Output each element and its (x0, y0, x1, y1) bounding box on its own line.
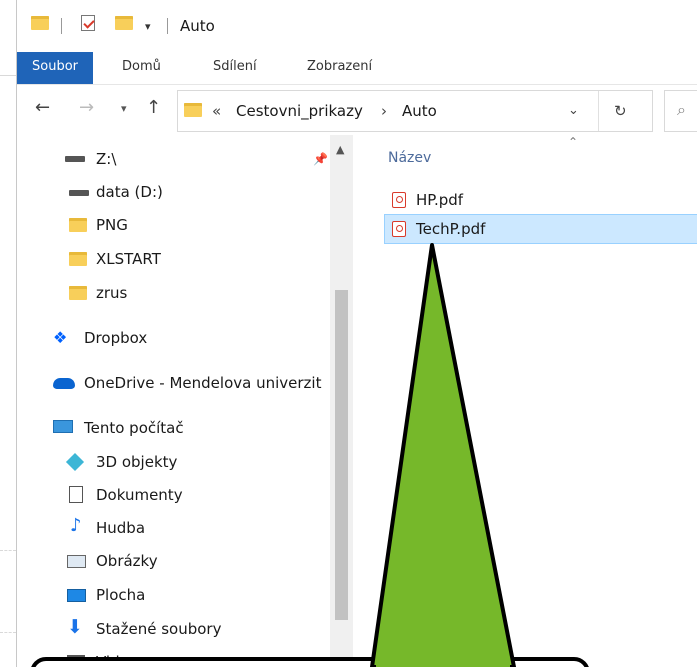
drive-icon (69, 190, 89, 196)
pdf-file-icon (392, 192, 406, 208)
window-title: Auto (180, 17, 215, 35)
title-bar: ▾ Auto (17, 0, 697, 52)
breadcrumb-cestovni-prikazy[interactable]: Cestovni_prikazy (236, 102, 363, 120)
scroll-up-icon[interactable]: ▲ (336, 143, 344, 156)
up-arrow-icon[interactable]: ↑ (146, 97, 161, 118)
properties-icon[interactable] (81, 15, 95, 31)
tab-home[interactable]: Domů (122, 52, 161, 84)
nav-item-label: data (D:) (96, 183, 163, 201)
tab-view[interactable]: Zobrazení (307, 52, 372, 84)
dropbox-icon: ❖ (53, 328, 68, 347)
nav-item-label: Plocha (96, 586, 146, 604)
breadcrumb-auto[interactable]: Auto (402, 102, 437, 120)
separator (167, 18, 168, 34)
sort-ascending-icon[interactable]: ⌃ (568, 135, 578, 149)
address-dropdown-icon[interactable]: ⌄ (568, 103, 579, 118)
nav-item-label: Stažené soubory (96, 620, 222, 638)
folder-icon (69, 286, 87, 300)
breadcrumb-separator: › (381, 102, 387, 120)
nav-item-3d-objects[interactable]: 3D objekty (17, 447, 347, 477)
folder-icon[interactable] (31, 16, 49, 30)
desktop-icon (67, 589, 86, 602)
nav-item-onedrive[interactable]: OneDrive - Mendelova univerzit (17, 368, 347, 398)
checkmark-icon (83, 17, 95, 29)
nav-item-label: Videa (96, 653, 139, 667)
column-header-name[interactable]: Název (388, 150, 431, 166)
folder-icon (184, 103, 202, 117)
tab-file[interactable]: Soubor (17, 52, 93, 84)
nav-item-pictures[interactable]: Obrázky (17, 546, 347, 576)
nav-item-label: Dropbox (84, 329, 148, 347)
nav-item-downloads[interactable]: ⬇ Stažené soubory (17, 614, 347, 644)
folder-icon (69, 218, 87, 232)
recent-locations-icon[interactable]: ▾ (121, 102, 127, 115)
nav-item-png[interactable]: PNG (17, 210, 347, 240)
nav-item-label: Dokumenty (96, 486, 183, 504)
search-icon: ⌕ (677, 100, 686, 119)
ribbon-tabs: Soubor Domů Sdílení Zobrazení (17, 52, 697, 85)
file-name: HP.pdf (416, 191, 464, 209)
background-line (0, 632, 16, 633)
divider (598, 91, 599, 131)
background-line (0, 75, 16, 76)
nav-item-label: Z:\ (96, 150, 117, 168)
address-overflow[interactable]: « (212, 102, 221, 120)
back-arrow-icon[interactable]: ← (35, 97, 50, 118)
nav-item-label: Hudba (96, 519, 146, 537)
videos-icon (67, 655, 85, 667)
nav-item-xlstart[interactable]: XLSTART (17, 244, 347, 274)
navigation-pane: Z:\ 📌 data (D:) PNG XLSTART zrus ❖ Dropb… (17, 135, 347, 667)
file-item-techp-pdf[interactable]: TechP.pdf (384, 214, 697, 244)
onedrive-icon (53, 378, 75, 389)
nav-item-label: PNG (96, 216, 128, 234)
pictures-icon (67, 555, 86, 568)
downloads-icon: ⬇ (67, 616, 83, 638)
nav-item-desktop[interactable]: Plocha (17, 580, 347, 610)
file-item-hp-pdf[interactable]: HP.pdf (384, 185, 697, 215)
nav-scrollbar-thumb[interactable] (335, 290, 348, 620)
refresh-icon[interactable]: ↻ (614, 102, 627, 120)
network-drive-icon (65, 156, 85, 162)
nav-item-documents[interactable]: Dokumenty (17, 480, 347, 510)
pin-icon[interactable]: 📌 (313, 144, 328, 174)
file-name: TechP.pdf (416, 220, 486, 238)
3d-objects-icon (65, 452, 85, 472)
nav-item-label: zrus (96, 284, 128, 302)
nav-item-videos[interactable]: Videa (17, 647, 347, 667)
nav-item-zrus[interactable]: zrus (17, 278, 347, 308)
nav-item-label: Tento počítač (84, 419, 184, 437)
new-folder-icon[interactable] (115, 16, 133, 30)
address-row: ← → ▾ ↑ « Cestovni_prikazy › Auto ⌄ ↻ ⌕ (17, 85, 697, 135)
separator (61, 18, 62, 34)
nav-item-music[interactable]: ♪ Hudba (17, 513, 347, 543)
file-list-pane: ⌃ Název HP.pdf TechP.pdf (372, 135, 697, 667)
nav-item-this-pc[interactable]: Tento počítač (17, 413, 347, 443)
tab-share[interactable]: Sdílení (213, 52, 257, 84)
nav-item-label: Obrázky (96, 552, 158, 570)
nav-item-data-drive[interactable]: data (D:) (17, 177, 347, 207)
forward-arrow-icon[interactable]: → (79, 97, 94, 118)
background-line (0, 550, 16, 551)
nav-item-label: 3D objekty (96, 453, 178, 471)
nav-item-dropbox[interactable]: ❖ Dropbox (17, 323, 347, 353)
nav-item-label: XLSTART (96, 250, 161, 268)
music-icon: ♪ (70, 515, 82, 536)
folder-icon (69, 252, 87, 266)
customize-quick-access-icon[interactable]: ▾ (145, 20, 151, 33)
address-bar[interactable]: « Cestovni_prikazy › Auto ⌄ ↻ (177, 90, 653, 132)
pdf-file-icon (392, 221, 406, 237)
nav-item-z-drive[interactable]: Z:\ 📌 (17, 144, 347, 174)
nav-item-label: OneDrive - Mendelova univerzit (84, 374, 322, 392)
computer-icon (53, 420, 73, 433)
search-box[interactable]: ⌕ (664, 90, 697, 132)
file-explorer-window: ▾ Auto Soubor Domů Sdílení Zobrazení ← →… (16, 0, 697, 667)
documents-icon (69, 486, 83, 503)
